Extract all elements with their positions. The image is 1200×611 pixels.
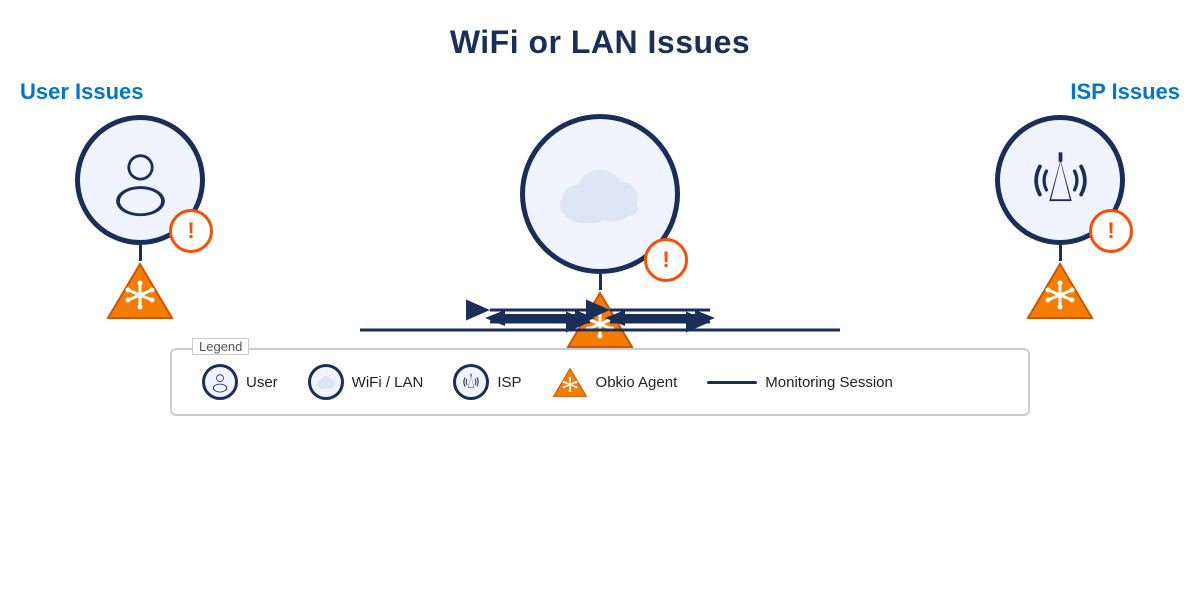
cloud-circle-icon: ! bbox=[520, 114, 680, 274]
legend-agent-label: Obkio Agent bbox=[596, 374, 678, 391]
legend-agent-icon bbox=[552, 367, 588, 398]
isp-issues-label: ISP Issues bbox=[1070, 79, 1200, 105]
user-agent-vline bbox=[139, 245, 142, 261]
isp-icon bbox=[1023, 143, 1098, 218]
isp-agent-container bbox=[1025, 245, 1095, 321]
legend-user-label: User bbox=[246, 374, 278, 391]
isp-section: ISP Issues ! bbox=[920, 79, 1200, 321]
cloud-icon bbox=[550, 159, 650, 229]
legend-user-icon bbox=[202, 364, 238, 400]
page-title: WiFi or LAN Issues bbox=[450, 24, 750, 61]
user-icon bbox=[103, 143, 178, 218]
legend-session-line bbox=[707, 381, 757, 384]
legend-wifi-item: WiFi / LAN bbox=[308, 364, 424, 400]
isp-agent-triangle bbox=[1025, 261, 1095, 321]
legend-wifi-label: WiFi / LAN bbox=[352, 374, 424, 391]
user-agent-icon bbox=[105, 261, 175, 321]
legend-session-item: Monitoring Session bbox=[707, 374, 893, 391]
legend-box: Legend User WiFi / LAN bbox=[170, 348, 1030, 416]
user-issues-label: User Issues bbox=[0, 79, 144, 105]
isp-agent-vline bbox=[1059, 245, 1062, 261]
legend-dash-line bbox=[707, 381, 757, 384]
legend-title: Legend bbox=[192, 338, 249, 355]
center-agent-vline bbox=[599, 274, 602, 290]
isp-error-badge: ! bbox=[1089, 209, 1133, 253]
isp-agent-icon bbox=[1025, 261, 1095, 321]
legend-user-item: User bbox=[202, 364, 278, 400]
arrows-and-line bbox=[220, 290, 980, 340]
legend-isp-icon bbox=[453, 364, 489, 400]
legend-isp-item: ISP bbox=[453, 364, 521, 400]
legend-wifi-icon bbox=[308, 364, 344, 400]
cloud-error-badge: ! bbox=[644, 238, 688, 282]
legend-session-label: Monitoring Session bbox=[765, 374, 893, 391]
user-agent-triangle bbox=[105, 261, 175, 321]
connection-diagram bbox=[220, 290, 980, 340]
user-error-badge: ! bbox=[169, 209, 213, 253]
user-agent-container bbox=[105, 245, 175, 321]
legend-isp-label: ISP bbox=[497, 374, 521, 391]
legend-agent-item: Obkio Agent bbox=[552, 367, 678, 398]
isp-circle-icon: ! bbox=[995, 115, 1125, 245]
user-circle-icon: ! bbox=[75, 115, 205, 245]
user-section: User Issues ! bbox=[0, 79, 280, 321]
